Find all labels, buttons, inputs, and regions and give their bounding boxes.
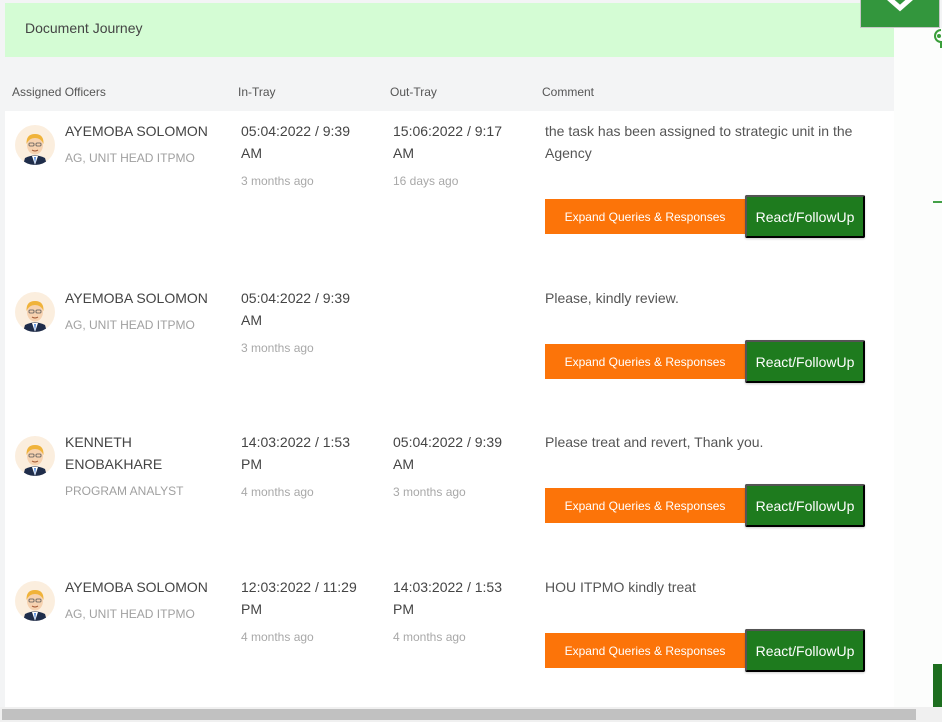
officer-name: KENNETH ENOBAKHARE [65,434,163,472]
journey-row: KENNETH ENOBAKHARE PROGRAM ANALYST 14:03… [5,422,894,567]
out-tray-date: 05:04:2022 / 9:39 AM [393,434,502,472]
in-tray-relative-time: 4 months ago [241,485,314,499]
out-tray-relative-time: 4 months ago [393,630,466,644]
column-header-officers: Assigned Officers [12,85,106,99]
avatar-icon [15,581,55,621]
column-header-comment: Comment [542,85,595,99]
journey-row: AYEMOBA SOLOMON AG, UNIT HEAD ITPMO 05:0… [5,111,894,256]
right-panel-divider [933,201,942,203]
react-followup-button[interactable]: React/FollowUp [745,484,865,527]
journey-row: AYEMOBA SOLOMON AG, UNIT HEAD ITPMO 05:0… [5,278,894,423]
right-panel-green-block [933,664,942,708]
expand-queries-button[interactable]: Expand Queries & Responses [545,344,745,379]
close-icon [878,0,922,21]
comment-text: Please, kindly review. [545,290,679,306]
expand-queries-button[interactable]: Expand Queries & Responses [545,199,745,234]
react-followup-button[interactable]: React/FollowUp [745,195,865,238]
avatar-icon [15,125,55,165]
avatar-icon [15,292,55,332]
in-tray-date: 14:03:2022 / 1:53 PM [241,434,350,472]
officer-role: AG, UNIT HEAD ITPMO [65,607,195,621]
react-followup-button[interactable]: React/FollowUp [745,340,865,383]
comment-text: HOU ITPMO kindly treat [545,579,696,595]
comment-text: Please treat and revert, Thank you. [545,434,764,450]
in-tray-relative-time: 4 months ago [241,630,314,644]
close-button[interactable] [860,0,940,28]
officer-name: AYEMOBA SOLOMON [65,579,208,595]
out-tray-relative-time: 16 days ago [393,174,459,188]
scrollbar-thumb[interactable] [2,709,916,720]
panel-title: Document Journey [25,20,143,36]
out-tray-relative-time: 3 months ago [393,485,466,499]
right-side-panel [894,28,942,722]
avatar-icon [15,436,55,476]
map-pin-icon [931,28,942,55]
out-tray-date: 14:03:2022 / 1:53 PM [393,579,502,617]
officer-name: AYEMOBA SOLOMON [65,123,208,139]
in-tray-date: 12:03:2022 / 11:29 PM [241,579,357,617]
out-tray-date: 15:06:2022 / 9:17 AM [393,123,502,161]
officer-name: AYEMOBA SOLOMON [65,290,208,306]
officer-role: PROGRAM ANALYST [65,484,184,498]
journey-row: AYEMOBA SOLOMON AG, UNIT HEAD ITPMO 12:0… [5,567,894,712]
expand-queries-button[interactable]: Expand Queries & Responses [545,488,745,523]
column-header-out-tray: Out-Tray [390,85,437,99]
react-followup-button[interactable]: React/FollowUp [745,629,865,672]
horizontal-scrollbar[interactable] [0,707,942,722]
column-header-in-tray: In-Tray [238,85,276,99]
officer-role: AG, UNIT HEAD ITPMO [65,318,195,332]
document-journey-header: Document Journey [5,3,894,57]
officer-role: AG, UNIT HEAD ITPMO [65,151,195,165]
in-tray-date: 05:04:2022 / 9:39 AM [241,290,350,328]
comment-text: the task has been assigned to strategic … [545,123,853,161]
expand-queries-button[interactable]: Expand Queries & Responses [545,633,745,668]
in-tray-relative-time: 3 months ago [241,341,314,355]
journey-list: AYEMOBA SOLOMON AG, UNIT HEAD ITPMO 05:0… [5,111,894,707]
in-tray-date: 05:04:2022 / 9:39 AM [241,123,350,161]
in-tray-relative-time: 3 months ago [241,174,314,188]
